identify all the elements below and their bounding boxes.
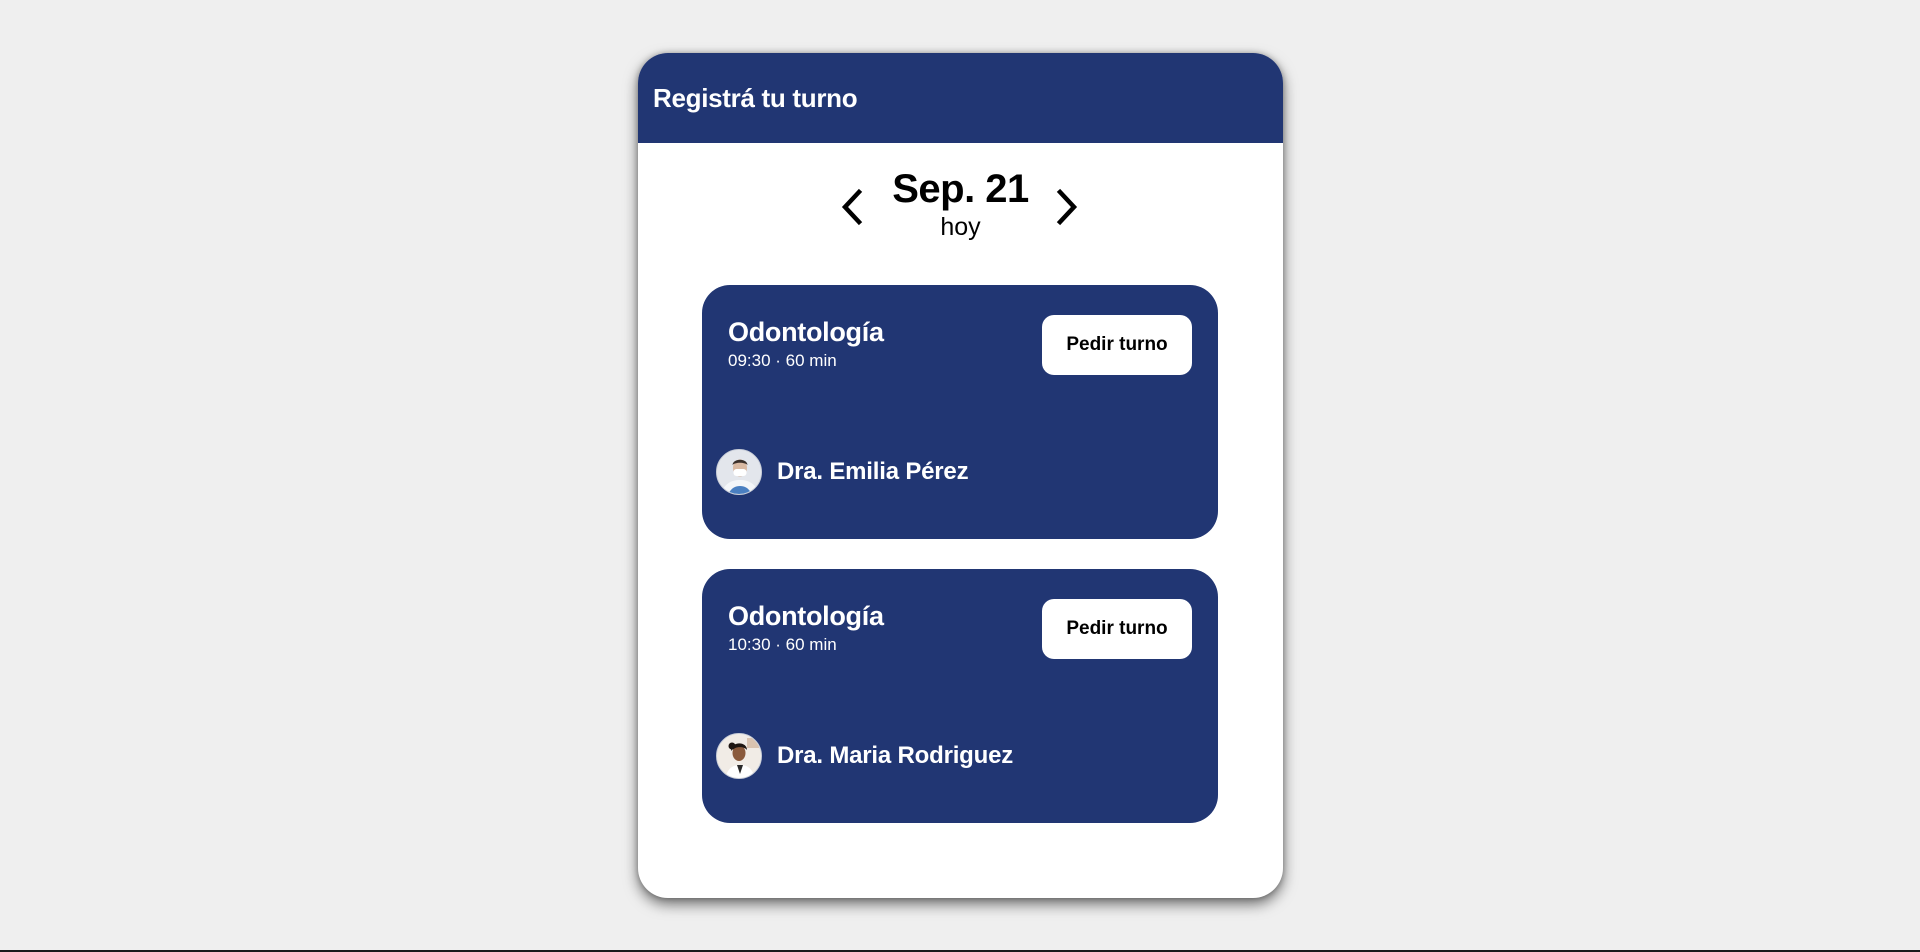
appointment-time: 09:30 · 60 min bbox=[728, 351, 837, 370]
doctor-info: Dra. Emilia Pérez bbox=[716, 449, 969, 495]
date-navigator: Sep. 21 hoy bbox=[638, 143, 1283, 263]
app-window: Registrá tu turno Sep. 21 hoy Odontologí… bbox=[638, 53, 1283, 898]
doctor-name: Dra. Maria Rodriguez bbox=[777, 742, 1014, 769]
doctor-name: Dra. Emilia Pérez bbox=[777, 458, 969, 485]
relative-day-label: hoy bbox=[940, 213, 981, 241]
specialty-title: Odontología bbox=[728, 601, 884, 631]
next-day-button[interactable] bbox=[1051, 185, 1083, 229]
chevron-right-icon bbox=[1056, 188, 1078, 226]
current-date: Sep. 21 bbox=[892, 167, 1029, 211]
appointment-card: Odontología 09:30 · 60 min Pedir turno D… bbox=[702, 285, 1218, 539]
specialty-title: Odontología bbox=[728, 317, 884, 347]
doctor-avatar-icon bbox=[716, 733, 762, 779]
app-header: Registrá tu turno bbox=[638, 53, 1283, 143]
doctor-info: Dra. Maria Rodriguez bbox=[716, 733, 1013, 779]
request-appointment-button[interactable]: Pedir turno bbox=[1042, 315, 1192, 375]
page-title: Registrá tu turno bbox=[653, 82, 858, 113]
appointment-card: Odontología 10:30 · 60 min Pedir turno D… bbox=[702, 569, 1218, 823]
appointment-time: 10:30 · 60 min bbox=[728, 635, 837, 654]
request-appointment-button[interactable]: Pedir turno bbox=[1042, 599, 1192, 659]
doctor-avatar-icon bbox=[716, 449, 762, 495]
